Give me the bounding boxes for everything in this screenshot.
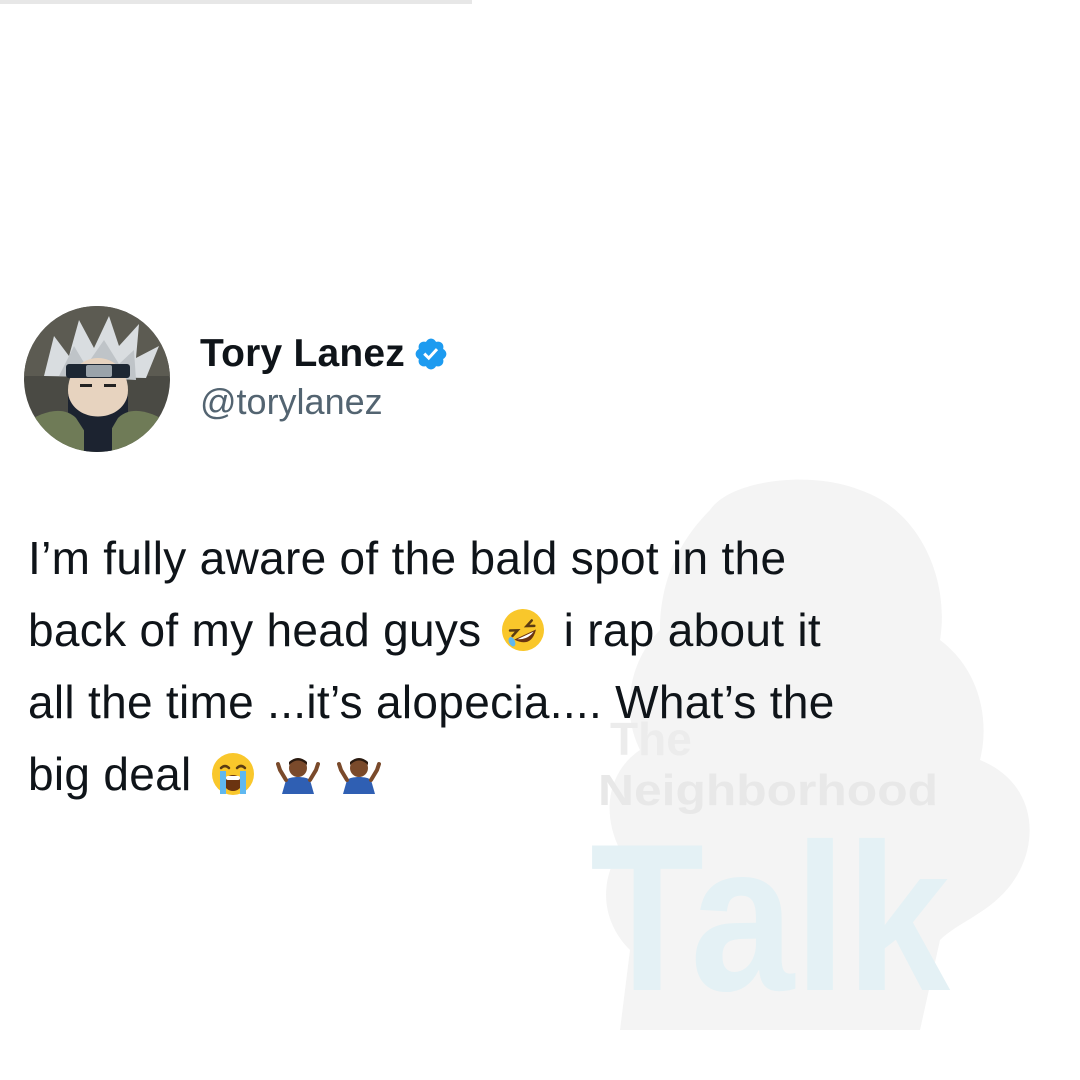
tweet-text-line-1: I’m fully aware of the bald spot in the xyxy=(28,522,1058,594)
tweet-identity: Tory Lanez @torylanez xyxy=(200,332,449,422)
watermark-line3: Talk xyxy=(590,800,950,1030)
tweet-text-line-3: all the time ...it’s alopecia.... What’s… xyxy=(28,666,1058,738)
tweet-text: I’m fully aware of the bald spot in the … xyxy=(28,522,1058,810)
rolling-on-floor-laughing-emoji-icon xyxy=(499,606,547,654)
loudly-crying-emoji-icon xyxy=(209,750,257,798)
user-handle[interactable]: @torylanez xyxy=(200,382,449,422)
avatar[interactable] xyxy=(24,306,170,452)
tweet-text-segment: I’m fully aware of the bald spot in the xyxy=(28,532,787,584)
person-shrugging-emoji-icon xyxy=(275,750,320,798)
tweet-text-line-2: back of my head guys i rap about it xyxy=(28,594,1058,666)
tweet-text-segment: back of my head guys xyxy=(28,604,482,656)
tweet-header: Tory Lanez @torylanez xyxy=(24,306,449,452)
verified-badge-icon xyxy=(413,336,449,372)
name-row: Tory Lanez xyxy=(200,332,449,376)
tweet-text-segment: big deal xyxy=(28,748,192,800)
tweet-text-segment: all the time ...it’s alopecia.... What’s… xyxy=(28,676,835,728)
anime-character-avatar-icon xyxy=(24,306,170,452)
tweet-text-segment: i rap about it xyxy=(563,604,822,656)
person-shrugging-emoji-icon xyxy=(336,750,381,798)
tweet-text-line-4: big deal xyxy=(28,738,1058,810)
display-name[interactable]: Tory Lanez xyxy=(200,332,405,376)
top-divider xyxy=(0,0,472,4)
